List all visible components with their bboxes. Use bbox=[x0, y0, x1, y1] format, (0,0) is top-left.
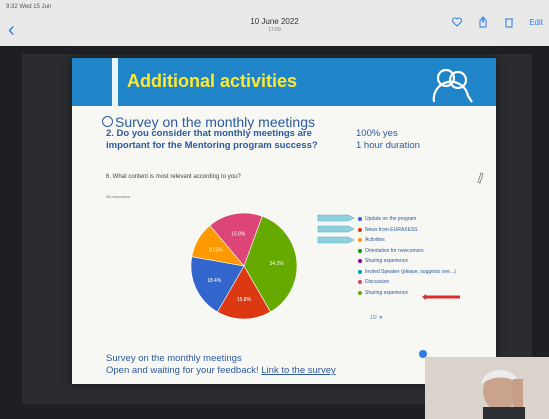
legend-dot-icon bbox=[358, 227, 362, 232]
share-icon[interactable] bbox=[477, 16, 489, 28]
pie-data-label: 18.4% bbox=[207, 278, 222, 284]
legend-item: News from EURAXESS bbox=[358, 225, 456, 236]
survey-footer: Survey on the monthly meetings Open and … bbox=[106, 353, 336, 377]
presentation-slide: Additional activities Survey on the mont… bbox=[72, 58, 496, 384]
legend-label: Sharing experience bbox=[365, 258, 409, 265]
footer-prefix: Open and waiting for your feedback! bbox=[106, 365, 262, 376]
pie-data-label: 10.5% bbox=[208, 248, 223, 254]
footer-line-1: Survey on the monthly meetings bbox=[106, 353, 242, 364]
pie-chart: 34.2% 15.8% 18.4% 10.5% 15.8% bbox=[190, 212, 298, 320]
legend-label: Activities bbox=[365, 237, 385, 244]
header-accent-bar bbox=[112, 58, 118, 106]
legend-item: Invited Speaker (please, suggests one...… bbox=[358, 267, 456, 278]
legend-dot-icon bbox=[358, 238, 362, 243]
form-question: 6. What content is most relevant accordi… bbox=[106, 174, 241, 180]
answer-yes: 100% yes bbox=[356, 128, 398, 139]
legend-dot-icon bbox=[358, 217, 362, 222]
legend-dot-icon bbox=[358, 269, 362, 274]
ipad-toolbar: 9:32 Wed 15 Jun ‹ 10 June 2022 17:09 Edi… bbox=[0, 0, 549, 46]
answer-duration: 1 hour duration bbox=[356, 140, 420, 151]
legend-dot-icon bbox=[358, 259, 362, 264]
survey-answers: 100% yes 1 hour duration bbox=[356, 128, 420, 152]
slide-header: Additional activities bbox=[72, 58, 496, 106]
legend-item: Orientation for newcomers bbox=[358, 246, 456, 257]
pie-data-label: 15.8% bbox=[237, 297, 252, 303]
webcam-thumbnail bbox=[425, 357, 549, 419]
edit-button[interactable]: Edit bbox=[529, 18, 543, 27]
legend-item: Sharing experience bbox=[358, 256, 456, 267]
chart-legend: Update on the program News from EURAXESS A… bbox=[358, 214, 456, 298]
legend-item: Discussion bbox=[358, 277, 456, 288]
legend-dot-icon bbox=[358, 248, 362, 253]
pie-data-label: 15.8% bbox=[231, 232, 246, 238]
legend-label: Invited Speaker (please, suggests one...… bbox=[365, 268, 456, 275]
legend-label: Sharing experience bbox=[365, 289, 409, 296]
status-bar: 9:32 Wed 15 Jun bbox=[6, 4, 52, 10]
legend-label: Discussion bbox=[365, 279, 390, 286]
responses-count: 38 responses bbox=[106, 194, 131, 199]
legend-label: Orientation for newcomers bbox=[365, 247, 424, 254]
trash-icon[interactable] bbox=[503, 16, 515, 28]
pie-data-label: 34.2% bbox=[270, 261, 285, 267]
heart-icon[interactable] bbox=[451, 16, 463, 28]
pencil-icon bbox=[477, 172, 484, 184]
pager-text: 1/2 bbox=[370, 315, 377, 321]
legend-item: Activities bbox=[358, 235, 456, 246]
footer-line-2: Open and waiting for your feedback! Link… bbox=[106, 365, 336, 377]
legend-dot-icon bbox=[358, 290, 362, 295]
bullet-circle-icon bbox=[102, 116, 113, 127]
red-pointer-arrow bbox=[422, 294, 460, 300]
legend-label: News from EURAXESS bbox=[365, 226, 418, 233]
survey-question: 2. Do you consider that monthly meetings… bbox=[106, 128, 318, 151]
legend-dot-icon bbox=[358, 280, 362, 285]
slide-title: Additional activities bbox=[127, 71, 298, 91]
legend-pager[interactable]: 1/2 ▼ bbox=[370, 315, 383, 321]
toolbar-actions: Edit bbox=[451, 16, 543, 28]
legend-label: Update on the program bbox=[365, 216, 417, 223]
legend-item: Update on the program bbox=[358, 214, 456, 225]
person-icon bbox=[425, 357, 549, 419]
mentoring-logo-icon bbox=[432, 68, 473, 103]
survey-link[interactable]: Link to the survey bbox=[261, 365, 335, 376]
